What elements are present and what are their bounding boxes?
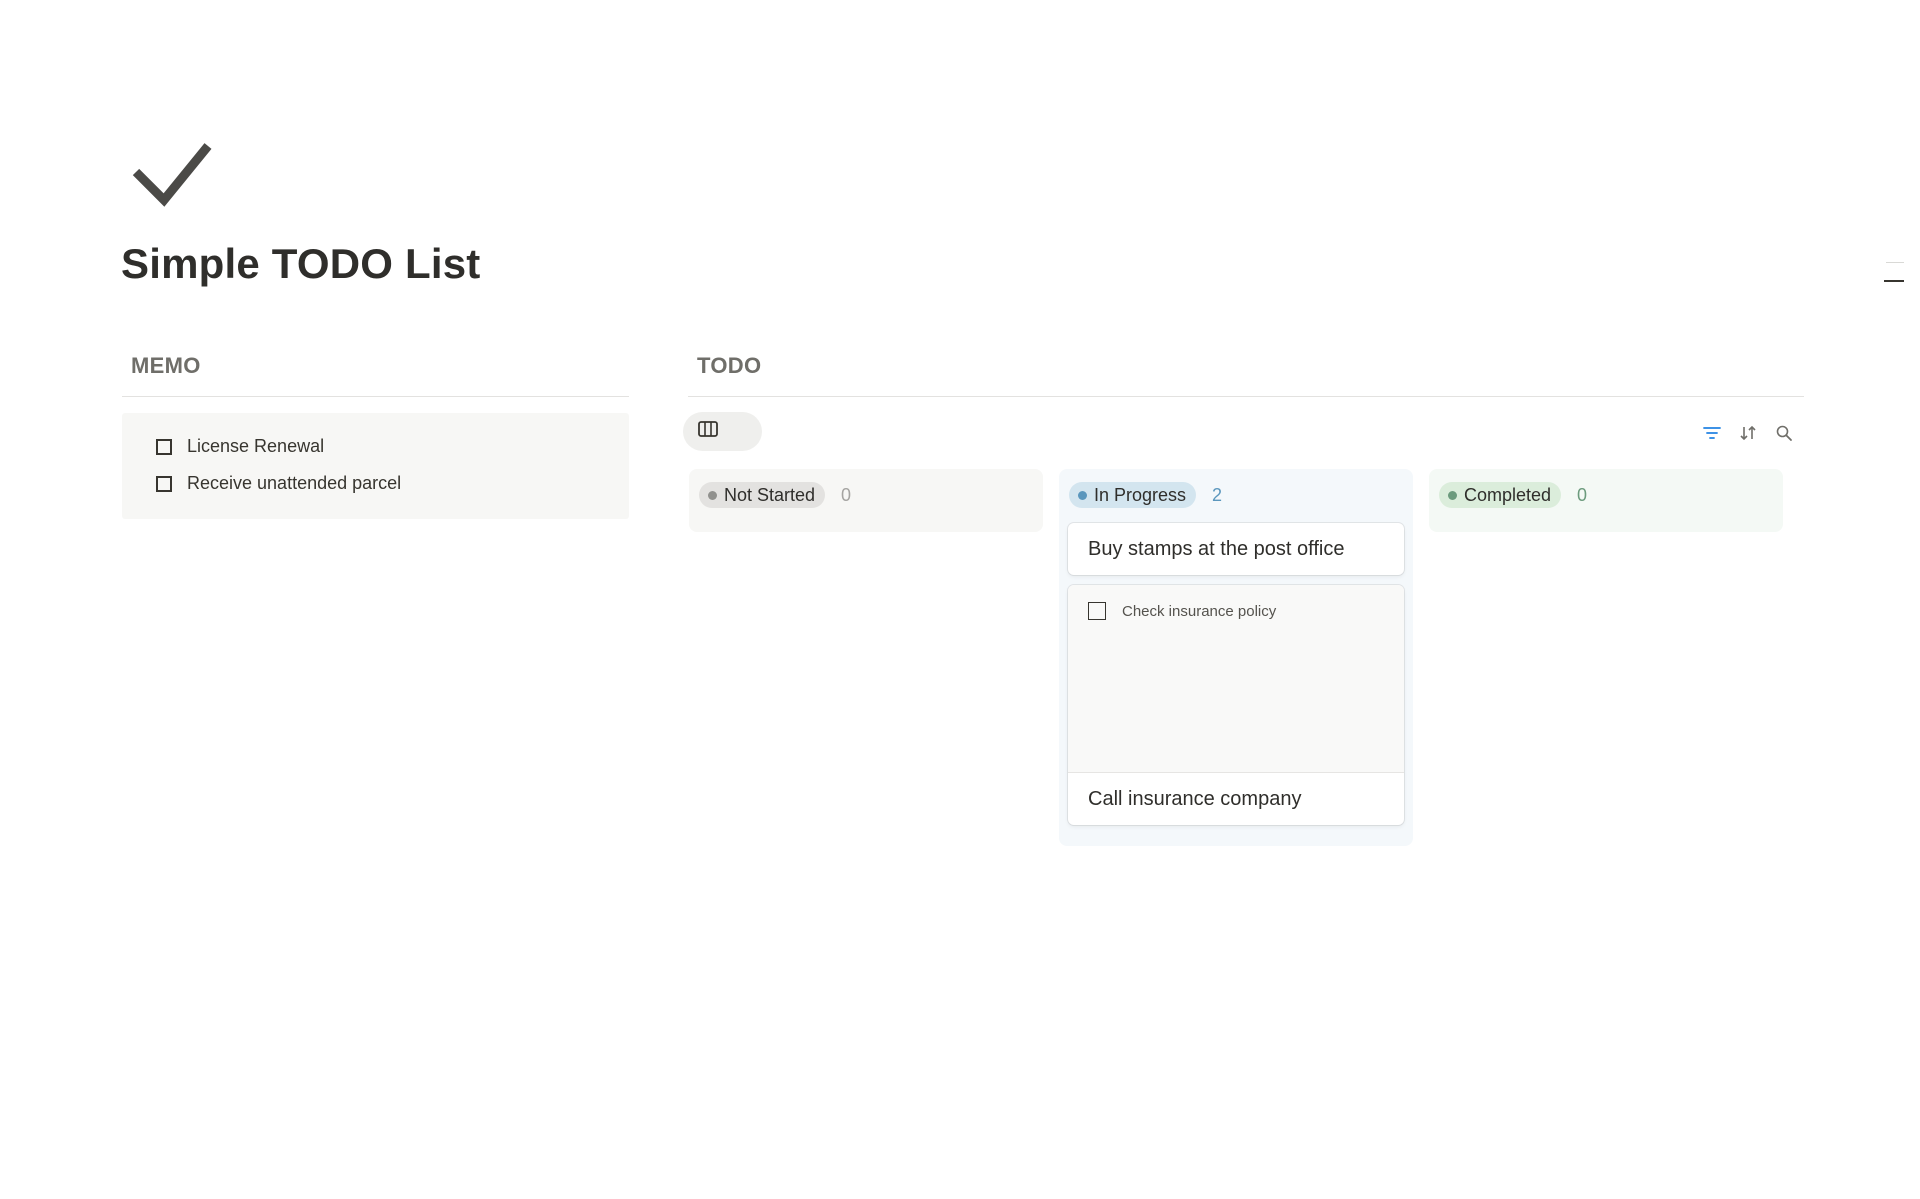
status-pill: Not Started — [699, 482, 826, 508]
preview-todo-item: Check insurance policy — [1088, 602, 1276, 620]
memo-heading: MEMO — [131, 353, 201, 378]
checkmark-icon[interactable] — [130, 138, 214, 210]
sort-icon[interactable] — [1736, 421, 1760, 445]
board-card[interactable]: Check insurance policy Call insurance co… — [1068, 585, 1404, 825]
filter-icon[interactable] — [1700, 421, 1724, 445]
todo-heading: TODO — [697, 353, 762, 378]
card-title: Call insurance company — [1088, 788, 1302, 810]
checkbox — [1088, 602, 1106, 620]
preview-item-label: Check insurance policy — [1122, 602, 1277, 620]
memo-item-license-renewal[interactable]: License Renewal — [156, 436, 324, 457]
page-title[interactable]: Simple TODO List — [121, 240, 480, 288]
status-dot — [708, 490, 717, 500]
memo-list: License Renewal Receive unattended parce… — [122, 413, 629, 519]
status-dot — [1448, 490, 1457, 500]
checkbox[interactable] — [156, 475, 172, 492]
column-header[interactable]: Not Started 0 — [699, 482, 851, 508]
status-pill: Completed — [1439, 482, 1562, 508]
card-title: Buy stamps at the post office — [1088, 537, 1345, 560]
memo-item-label: License Renewal — [187, 436, 325, 456]
memo-item-receive-parcel[interactable]: Receive unattended parcel — [156, 473, 401, 494]
status-dot — [1078, 490, 1087, 500]
column-count: 0 — [1577, 484, 1588, 505]
board-view-tab[interactable] — [683, 412, 762, 451]
status-label: Completed — [1464, 484, 1552, 505]
column-header[interactable]: In Progress 2 — [1069, 482, 1222, 508]
board-toolbar — [1700, 421, 1796, 445]
board-column-not-started: Not Started 0 — [689, 469, 1043, 532]
column-count: 0 — [841, 484, 852, 505]
board-column-completed: Completed 0 — [1429, 469, 1783, 532]
outline-handle[interactable] — [1884, 262, 1904, 284]
column-count: 2 — [1212, 484, 1223, 505]
board-card[interactable]: Buy stamps at the post office — [1068, 523, 1404, 575]
board-view-icon — [698, 420, 718, 443]
checkbox[interactable] — [156, 438, 172, 455]
card-preview: Check insurance policy — [1068, 585, 1404, 773]
search-icon[interactable] — [1772, 421, 1796, 445]
status-label: In Progress — [1094, 484, 1187, 505]
page: Simple TODO List MEMO License Renewal Re… — [0, 0, 1920, 1199]
todo-divider — [688, 396, 1804, 397]
memo-divider — [122, 396, 629, 397]
column-header[interactable]: Completed 0 — [1439, 482, 1587, 508]
memo-item-label: Receive unattended parcel — [187, 473, 402, 493]
status-pill: In Progress — [1069, 482, 1197, 508]
board-column-in-progress: In Progress 2 Buy stamps at the post off… — [1059, 469, 1413, 846]
status-label: Not Started — [724, 484, 816, 505]
